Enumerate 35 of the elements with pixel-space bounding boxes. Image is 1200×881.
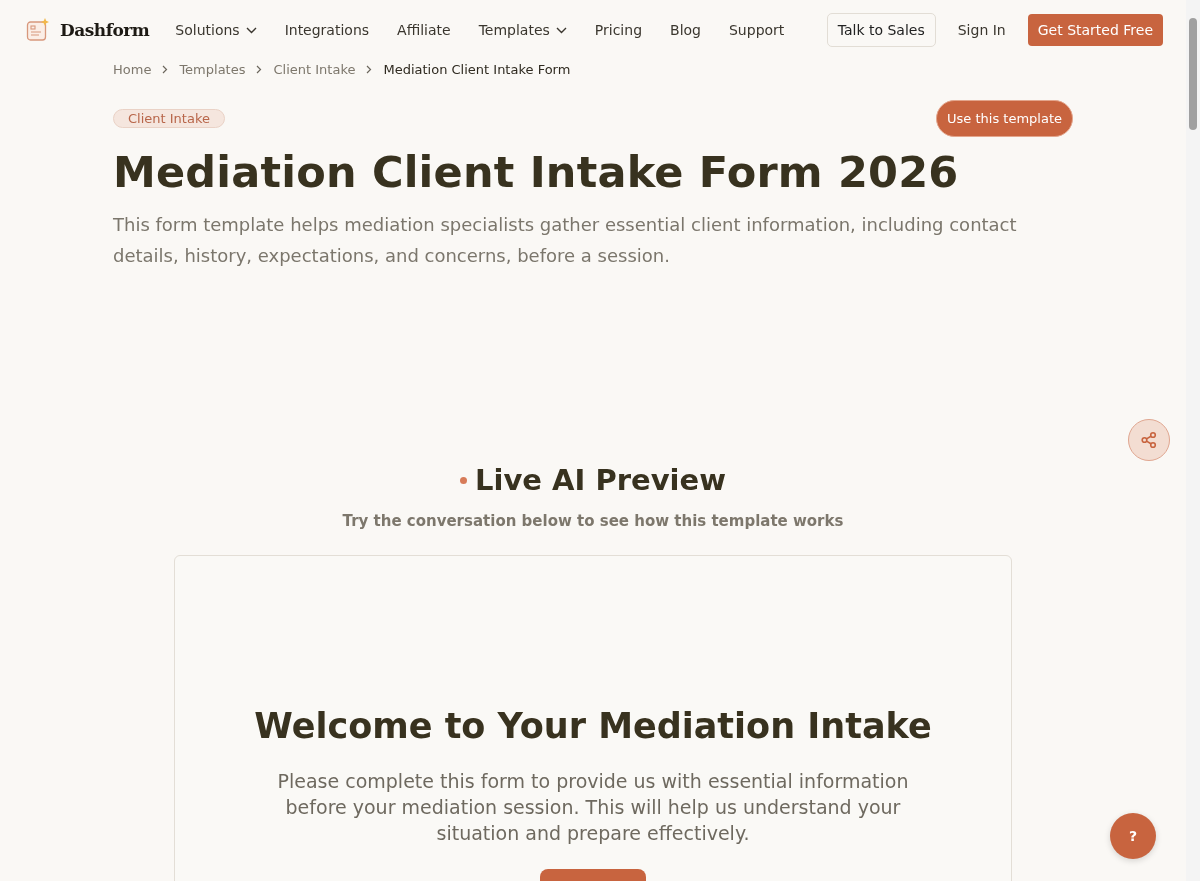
- category-tag[interactable]: Client Intake: [113, 109, 225, 128]
- nav-link[interactable]: Affiliate: [397, 22, 451, 38]
- breadcrumb-link[interactable]: Home: [113, 61, 152, 77]
- chevron-right-icon: [256, 64, 263, 74]
- logo-icon: [26, 18, 50, 42]
- page-title: Mediation Client Intake Form 2026: [113, 147, 960, 197]
- chevron-down-icon: [245, 26, 257, 34]
- nav-link[interactable]: Integrations: [284, 22, 370, 38]
- chevron-down-icon: [555, 26, 567, 34]
- preview-heading: Live AI Preview: [475, 463, 726, 497]
- chevron-right-icon: [366, 64, 373, 74]
- share-button[interactable]: [1128, 419, 1170, 461]
- share-icon: [1140, 431, 1158, 449]
- talk-to-sales-button[interactable]: Talk to Sales: [826, 13, 936, 47]
- get-started-button[interactable]: Get Started Free: [1027, 14, 1163, 46]
- nav-link[interactable]: Templates: [478, 22, 567, 38]
- brand-name[interactable]: Dashform: [60, 20, 150, 40]
- nav-link[interactable]: Blog: [670, 22, 701, 38]
- nav-link[interactable]: Pricing: [594, 22, 643, 38]
- card-title: Welcome to Your Mediation Intake: [254, 706, 932, 746]
- scrollbar[interactable]: [1186, 0, 1200, 881]
- nav-link[interactable]: Support: [729, 22, 785, 38]
- use-template-button[interactable]: Use this template: [936, 100, 1073, 137]
- sign-in-link[interactable]: Sign In: [957, 22, 1006, 38]
- page-description: This form template helps mediation specialists gather essential client information, including contact details, history, expectations, and concerns, before a session.: [113, 213, 1018, 268]
- breadcrumb-link[interactable]: Mediation Client Intake Form: [383, 61, 571, 77]
- help-button[interactable]: ?: [1110, 813, 1156, 859]
- breadcrumb-link[interactable]: Templates: [179, 61, 246, 77]
- nav-link[interactable]: Solutions: [175, 22, 257, 38]
- preview-subheading: Try the conversation below to see how this template works: [341, 512, 845, 530]
- breadcrumb-link[interactable]: Client Intake: [273, 61, 356, 77]
- scrollbar-thumb[interactable]: [1189, 18, 1197, 130]
- live-dot-icon: [460, 476, 467, 484]
- chevron-right-icon: [162, 64, 169, 74]
- card-text: Please complete this form to provide us with essential information before your mediation session. This will help us understand your situation and prepare effectively.: [276, 769, 910, 846]
